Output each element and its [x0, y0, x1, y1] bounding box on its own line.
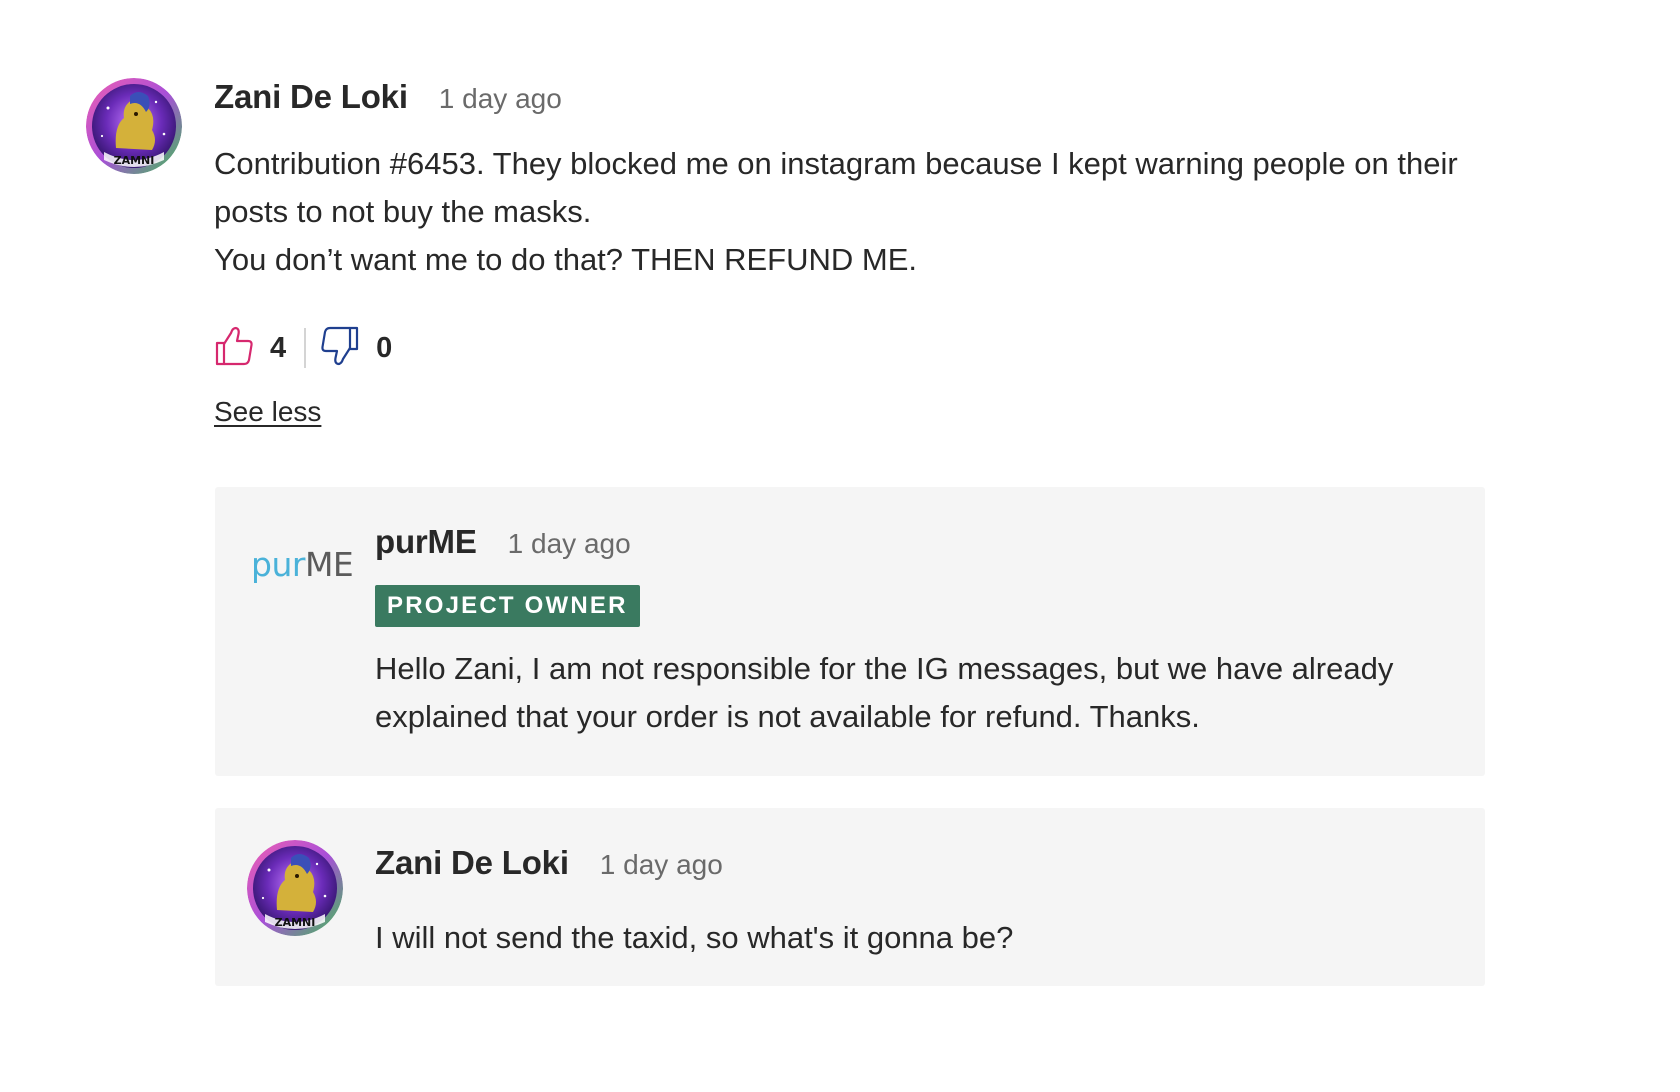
avatar-image: ZAMNI [247, 840, 343, 936]
comment-text: Contribution #6453. They blocked me on i… [214, 140, 1484, 284]
vote-divider [304, 328, 307, 368]
thumbs-down-icon [320, 325, 360, 372]
avatar[interactable]: ZAMNI [247, 840, 343, 936]
reply: ZAMNI Zani De Loki 1 day ago I will not … [215, 808, 1485, 986]
comment-author[interactable]: Zani De Loki [214, 78, 408, 116]
reply-text: I will not send the taxid, so what's it … [375, 920, 1014, 955]
reply-meta: purME 1 day ago [375, 523, 1455, 569]
reply-text: Hello Zani, I am not responsible for the… [375, 651, 1394, 734]
reply-meta: Zani De Loki 1 day ago [375, 844, 1455, 890]
vote-bar: 4 0 [214, 324, 1484, 372]
comment-body: Zani De Loki 1 day ago Contribution #645… [214, 78, 1484, 428]
comment-text-line: Contribution #6453. They blocked me on i… [214, 146, 1458, 229]
downvote-button[interactable]: 0 [320, 325, 392, 372]
avatar[interactable]: ZAMNI [86, 78, 182, 174]
project-owner-badge: PROJECT OWNER [375, 585, 640, 627]
comment-text-line: You don’t want me to do that? THEN REFUN… [214, 242, 917, 277]
logo-part: pur [251, 545, 305, 584]
reply-author[interactable]: purME [375, 523, 477, 561]
avatar-caption: ZAMNI [114, 154, 155, 167]
avatar-image: ZAMNI [86, 78, 182, 174]
reply-author[interactable]: Zani De Loki [375, 844, 569, 882]
avatar-caption: ZAMNI [275, 916, 316, 929]
downvote-count: 0 [376, 331, 393, 364]
reply: purME purME 1 day ago PROJECT OWNER Hell… [215, 487, 1485, 776]
logo-part: ME [304, 545, 354, 584]
comment-timestamp: 1 day ago [438, 83, 562, 114]
reply-body: Zani De Loki 1 day ago I will not send t… [375, 844, 1455, 962]
reply-body: purME 1 day ago PROJECT OWNER Hello Zani… [375, 523, 1455, 741]
see-less-link[interactable]: See less [214, 396, 321, 428]
reply-timestamp: 1 day ago [599, 849, 723, 880]
purme-logo[interactable]: purME [251, 545, 354, 584]
comment-meta: Zani De Loki 1 day ago [214, 78, 1484, 126]
thumbs-up-icon [214, 325, 254, 372]
upvote-count: 4 [270, 331, 287, 364]
reply-timestamp: 1 day ago [507, 528, 631, 559]
upvote-button[interactable]: 4 [214, 325, 286, 372]
